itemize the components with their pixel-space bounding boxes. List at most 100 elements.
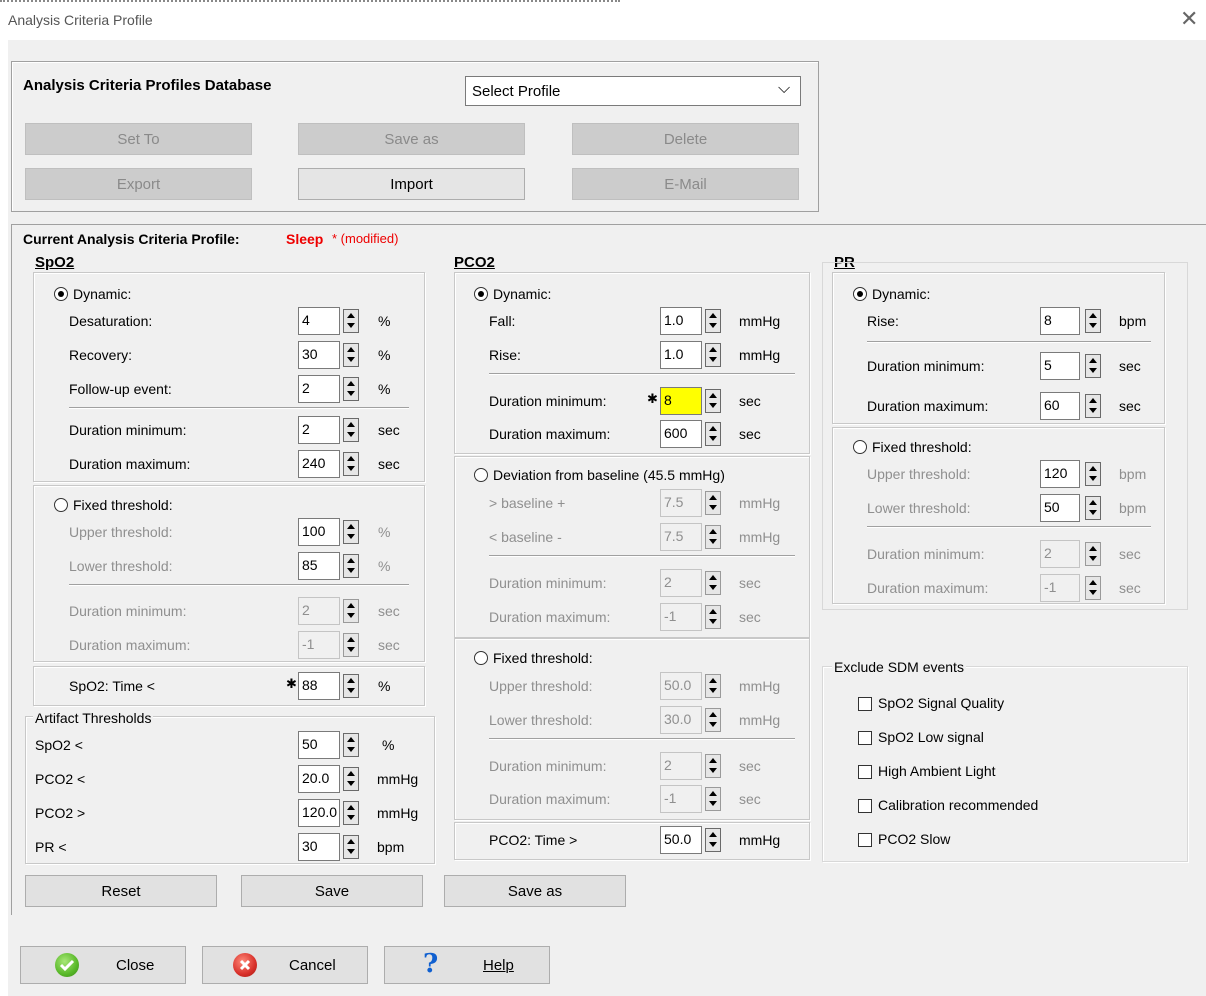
unit-label: sec	[739, 758, 761, 774]
modified-star: ✱	[286, 676, 297, 691]
checkbox-high-ambient-light[interactable]	[858, 765, 872, 779]
spo2-upper-spinner[interactable]	[343, 520, 359, 544]
pco2-deviation-duration-max-label: Duration maximum:	[489, 609, 611, 625]
spo2-duration-max-field[interactable]: 240	[298, 450, 340, 478]
email-button[interactable]: E-Mail	[572, 168, 799, 200]
spo2-followup-field[interactable]: 2	[298, 375, 340, 403]
artifact-pr-spinner[interactable]	[343, 835, 359, 859]
pco2-dynamic-radio[interactable]	[474, 287, 488, 301]
pco2-fixed-duration-max-field[interactable]: -1	[660, 785, 702, 813]
import-button[interactable]: Import	[298, 168, 525, 200]
artifact-spo2-field[interactable]: 50	[298, 731, 340, 759]
artifact-pco2-gt-spinner[interactable]	[343, 801, 359, 825]
pco2-baseline-minus-spinner[interactable]	[705, 525, 721, 549]
delete-button[interactable]: Delete	[572, 123, 799, 155]
pco2-rise-field[interactable]: 1.0	[660, 341, 702, 369]
spo2-heading: SpO2	[35, 254, 75, 271]
pco2-time-field[interactable]: 50.0	[660, 826, 702, 854]
pco2-lower-spinner[interactable]	[705, 708, 721, 732]
artifact-spo2-spinner[interactable]	[343, 733, 359, 757]
unit-label: mmHg	[377, 805, 419, 821]
pco2-deviation-duration-min-spinner[interactable]	[705, 571, 721, 595]
pco2-time-spinner[interactable]	[705, 828, 721, 852]
reset-button[interactable]: Reset	[25, 875, 217, 907]
unit-label: sec	[739, 791, 761, 807]
spo2-recovery-field[interactable]: 30	[298, 341, 340, 369]
artifact-pr-field[interactable]: 30	[298, 833, 340, 861]
help-button[interactable]: ? Help	[384, 946, 550, 984]
artifact-pco2-gt-label: PCO2 >	[35, 805, 86, 821]
x-icon	[233, 953, 257, 977]
spo2-duration-max-label: Duration maximum:	[69, 456, 191, 472]
artifact-pco2-gt-field[interactable]: 120.0	[298, 799, 340, 827]
unit-label: mmHg	[739, 678, 781, 694]
pco2-lower-field[interactable]: 30.0	[660, 706, 702, 734]
pco2-fixed-label: Fixed threshold:	[493, 650, 593, 666]
cancel-button[interactable]: Cancel	[202, 946, 368, 984]
pco2-fixed-duration-min-field[interactable]: 2	[660, 752, 702, 780]
db-save-as-button[interactable]: Save as	[298, 123, 525, 155]
close-button[interactable]: Close	[20, 946, 186, 984]
spo2-desaturation-field[interactable]: 4	[298, 307, 340, 335]
checkbox-label: Calibration recommended	[878, 797, 1039, 813]
pco2-rise-spinner[interactable]	[705, 343, 721, 367]
pco2-fixed-duration-max-label: Duration maximum:	[489, 791, 611, 807]
spo2-followup-spinner[interactable]	[343, 377, 359, 401]
spo2-duration-max-spinner[interactable]	[343, 452, 359, 476]
pco2-duration-min-field[interactable]: 8	[660, 387, 702, 415]
artifact-pco2-lt-field[interactable]: 20.0	[298, 765, 340, 793]
spo2-fixed-duration-min-spinner[interactable]	[343, 599, 359, 623]
export-button[interactable]: Export	[25, 168, 252, 200]
spo2-time-spinner[interactable]	[343, 674, 359, 698]
checkbox-pco2-slow[interactable]	[858, 833, 872, 847]
pco2-duration-max-field[interactable]: 600	[660, 420, 702, 448]
spo2-fixed-duration-max-field[interactable]: -1	[298, 631, 340, 659]
checkbox-calibration-recommended[interactable]	[858, 799, 872, 813]
spo2-lower-spinner[interactable]	[343, 554, 359, 578]
pco2-deviation-radio[interactable]	[474, 468, 488, 482]
unit-label: sec	[739, 609, 761, 625]
spo2-fixed-duration-min-field[interactable]: 2	[298, 597, 340, 625]
pco2-duration-min-spinner[interactable]	[705, 389, 721, 413]
pco2-baseline-plus-field[interactable]: 7.5	[660, 489, 702, 517]
chevron-down-icon[interactable]: ⌵	[778, 80, 790, 98]
unit-label: sec	[378, 422, 400, 438]
spo2-fixed-duration-max-spinner[interactable]	[343, 633, 359, 657]
pco2-deviation-duration-max-field[interactable]: -1	[660, 603, 702, 631]
spo2-lower-field[interactable]: 85	[298, 552, 340, 580]
checkbox-spo2-signal-quality[interactable]	[858, 697, 872, 711]
pco2-fixed-duration-min-spinner[interactable]	[705, 754, 721, 778]
spo2-recovery-spinner[interactable]	[343, 343, 359, 367]
pco2-duration-max-spinner[interactable]	[705, 422, 721, 446]
pco2-deviation-duration-max-spinner[interactable]	[705, 605, 721, 629]
artifact-pco2-lt-spinner[interactable]	[343, 767, 359, 791]
pco2-deviation-duration-min-field[interactable]: 2	[660, 569, 702, 597]
pco2-fall-field[interactable]: 1.0	[660, 307, 702, 335]
spo2-dynamic-radio[interactable]	[54, 287, 68, 301]
save-button[interactable]: Save	[241, 875, 423, 907]
save-as-button[interactable]: Save as	[444, 875, 626, 907]
spo2-desaturation-spinner[interactable]	[343, 309, 359, 333]
pco2-fixed-duration-max-spinner[interactable]	[705, 787, 721, 811]
unit-label: mmHg	[377, 771, 419, 787]
close-icon[interactable]: ✕	[1180, 8, 1198, 30]
pco2-upper-spinner[interactable]	[705, 674, 721, 698]
spo2-duration-min-spinner[interactable]	[343, 418, 359, 442]
profile-select-value: Select Profile	[472, 83, 561, 100]
pco2-fall-spinner[interactable]	[705, 309, 721, 333]
pco2-upper-field[interactable]: 50.0	[660, 672, 702, 700]
pco2-deviation-duration-min-label: Duration minimum:	[489, 575, 607, 591]
pco2-baseline-plus-spinner[interactable]	[705, 491, 721, 515]
pco2-baseline-minus-field[interactable]: 7.5	[660, 523, 702, 551]
profile-select[interactable]: Select Profile ⌵	[465, 76, 801, 106]
pco2-fixed-radio[interactable]	[474, 651, 488, 665]
set-to-button[interactable]: Set To	[25, 123, 252, 155]
top-strip	[0, 0, 620, 6]
spo2-upper-field[interactable]: 100	[298, 518, 340, 546]
spo2-fixed-radio[interactable]	[54, 498, 68, 512]
title-bar	[0, 0, 1206, 40]
checkbox-spo2-low-signal[interactable]	[858, 731, 872, 745]
spo2-duration-min-field[interactable]: 2	[298, 416, 340, 444]
pco2-dynamic-label: Dynamic:	[493, 286, 552, 302]
spo2-time-field[interactable]: 88	[298, 672, 340, 700]
